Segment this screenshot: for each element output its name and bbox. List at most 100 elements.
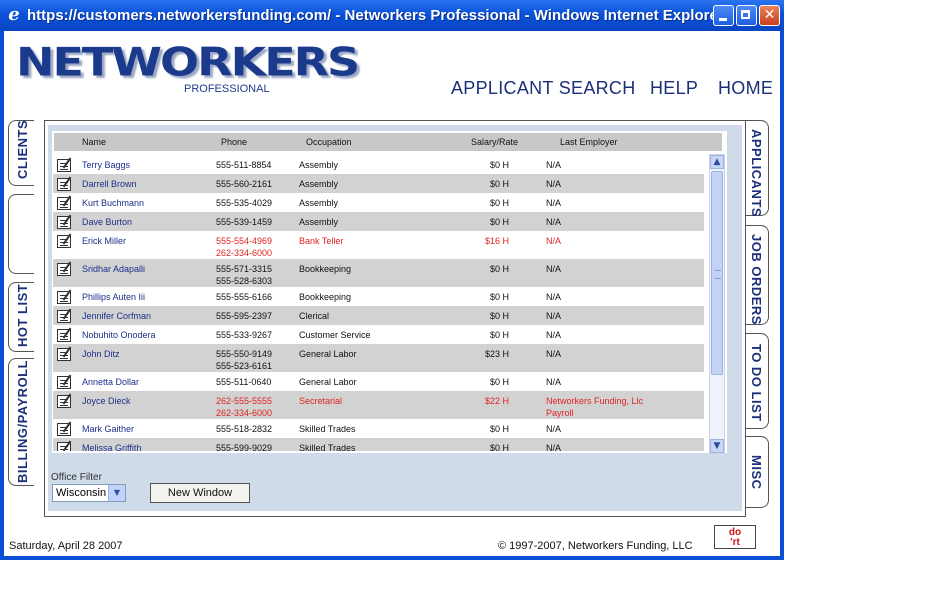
- edit-record-icon[interactable]: [57, 216, 71, 229]
- scroll-up-arrow-icon[interactable]: ▲: [710, 155, 724, 169]
- table-row[interactable]: Melissa Griffith 555-599-9029 Skilled Trad…: [53, 438, 704, 451]
- applicant-name-link[interactable]: Jennifer Corfman: [82, 310, 151, 322]
- edit-record-icon[interactable]: [57, 310, 71, 323]
- scroll-thumb[interactable]: [711, 171, 723, 375]
- minimize-button[interactable]: [713, 5, 734, 26]
- applicant-name-link[interactable]: Kurt Buchmann: [82, 197, 144, 209]
- tab-job-orders[interactable]: JOB ORDERS: [744, 225, 769, 325]
- table-row[interactable]: Kurt Buchmann 555-535-4029 Assembly $0 H N/A: [53, 193, 704, 212]
- applicant-occupation: Assembly: [299, 217, 339, 227]
- tab-blank[interactable]: [8, 194, 34, 274]
- edit-record-icon[interactable]: [57, 395, 71, 408]
- edit-record-icon[interactable]: [57, 178, 71, 191]
- edit-record-icon[interactable]: [57, 423, 71, 436]
- table-row[interactable]: Sridhar Adapalli 555-571-3315 555-528-6303…: [53, 259, 704, 287]
- header-last-employer[interactable]: Last Employer: [560, 137, 618, 147]
- table-row[interactable]: Jennifer Corfman 555-595-2397 Clerical $0 H…: [53, 306, 704, 325]
- grip-icon: [715, 270, 721, 279]
- applicant-occupation: Assembly: [299, 160, 339, 170]
- table-row[interactable]: Terry Baggs 555-511-8854 Assembly $0 H N/A: [53, 155, 704, 174]
- nav-help[interactable]: HELP: [650, 78, 698, 99]
- table-row[interactable]: Nobuhito Onodera 555-533-9267 Customer Ser…: [53, 325, 704, 344]
- tab-billing-payroll[interactable]: BILLING/PAYROLL: [8, 358, 34, 486]
- tab-hot-list[interactable]: HOT LIST: [8, 282, 34, 352]
- table-row[interactable]: Annetta Dollar 555-511-0640 General Labor $…: [53, 372, 704, 391]
- applicant-phone-2: 262-334-6000: [216, 408, 273, 418]
- applicant-name-link[interactable]: Mark Gaither: [82, 423, 134, 435]
- applicant-name-link[interactable]: Phillips Auten Iii: [82, 291, 145, 303]
- applicant-phone: 555-555-6166: [216, 292, 273, 302]
- table-row[interactable]: Erick Miller 555-554-4969 262-334-6000 Bank…: [53, 231, 704, 259]
- applicant-phone: 555-535-4029: [216, 198, 273, 208]
- table-row[interactable]: Phillips Auten Iii 555-555-6166 Bookkeepin…: [53, 287, 704, 306]
- table-row[interactable]: Darrell Brown 555-560-2161 Assembly $0 H N/A: [53, 174, 704, 193]
- applicant-phone: 555-550-9149: [216, 349, 273, 359]
- maximize-button[interactable]: [736, 5, 757, 26]
- new-window-button[interactable]: New Window: [150, 483, 250, 503]
- applicant-phone: 555-511-8854: [216, 160, 272, 170]
- applicant-name-link[interactable]: John Ditz: [82, 348, 120, 360]
- table-row[interactable]: Joyce Dieck 262-555-5555 262-334-6000 Secre…: [53, 391, 704, 419]
- applicant-phone: 555-599-9029: [216, 443, 273, 451]
- applicant-salary: $0 H: [489, 377, 509, 387]
- applicant-name-link[interactable]: Erick Miller: [82, 235, 126, 247]
- office-filter-value: Wisconsin: [56, 487, 107, 499]
- edit-record-icon[interactable]: [57, 159, 71, 172]
- header-salary[interactable]: Salary/Rate: [471, 137, 518, 147]
- applicant-salary: $0 H: [489, 330, 509, 340]
- applicant-name-link[interactable]: Darrell Brown: [82, 178, 137, 190]
- table-row[interactable]: John Ditz 555-550-9149 555-523-6161 General…: [53, 344, 704, 372]
- edit-record-icon[interactable]: [57, 263, 71, 276]
- applicant-salary: $0 H: [489, 264, 509, 274]
- title-bar[interactable]: e https://customers.networkersfunding.co…: [0, 0, 784, 31]
- applicant-phone: 555-554-4969: [216, 236, 273, 246]
- applicant-last-employer: N/A: [546, 424, 562, 434]
- applicant-name-link[interactable]: Annetta Dollar: [82, 376, 139, 388]
- applicant-salary: $0 H: [489, 160, 509, 170]
- edit-record-icon[interactable]: [57, 442, 71, 451]
- table-row[interactable]: Mark Gaither 555-518-2832 Skilled Trades $0…: [53, 419, 704, 438]
- tab-misc[interactable]: MISC: [744, 436, 769, 508]
- header-name[interactable]: Name: [82, 137, 106, 147]
- applicant-name-link[interactable]: Melissa Griffith: [82, 442, 141, 451]
- edit-record-icon[interactable]: [57, 291, 71, 304]
- table-row[interactable]: Dave Burton 555-539-1459 Assembly $0 H N/A: [53, 212, 704, 231]
- applicant-name-link[interactable]: Terry Baggs: [82, 159, 130, 171]
- applicant-last-employer: N/A: [546, 198, 562, 208]
- tab-clients[interactable]: CLIENTS: [8, 120, 34, 186]
- applicant-salary: $16 H: [484, 236, 509, 246]
- window-title: https://customers.networkersfunding.com/…: [27, 7, 724, 24]
- applicant-name-link[interactable]: Nobuhito Onodera: [82, 329, 156, 341]
- applicant-name-link[interactable]: Dave Burton: [82, 216, 132, 228]
- header-occupation[interactable]: Occupation: [306, 137, 352, 147]
- list-scrollbar[interactable]: ▲ ▼: [709, 154, 725, 454]
- nav-applicant-search[interactable]: APPLICANT SEARCH: [451, 78, 636, 99]
- edit-record-icon[interactable]: [57, 348, 71, 361]
- applicant-name-link[interactable]: Sridhar Adapalli: [82, 263, 145, 275]
- applicant-occupation: Customer Service: [299, 330, 371, 340]
- applicant-last-employer: N/A: [546, 349, 562, 359]
- doit-button[interactable]: do 'rt: [714, 525, 756, 549]
- office-filter-select[interactable]: Wisconsin ▼: [52, 484, 126, 502]
- tab-applicants[interactable]: APPLICANTS: [744, 120, 769, 217]
- tab-to-do-list[interactable]: TO DO LIST: [744, 333, 769, 429]
- header-phone[interactable]: Phone: [221, 137, 247, 147]
- applicant-salary: $0 H: [489, 198, 509, 208]
- applicant-occupation: General Labor: [299, 349, 357, 359]
- applicant-last-employer: N/A: [546, 292, 562, 302]
- applicant-occupation: Assembly: [299, 179, 339, 189]
- close-button[interactable]: ✕: [759, 5, 780, 26]
- edit-record-icon[interactable]: [57, 329, 71, 342]
- edit-record-icon[interactable]: [57, 197, 71, 210]
- edit-record-icon[interactable]: [57, 235, 71, 248]
- edit-record-icon[interactable]: [57, 376, 71, 389]
- nav-home[interactable]: HOME: [718, 78, 773, 99]
- applicant-phone-2: 555-528-6303: [216, 276, 273, 286]
- chevron-down-icon[interactable]: ▼: [108, 485, 125, 501]
- applicant-last-employer: N/A: [546, 377, 562, 387]
- close-icon: ✕: [763, 7, 776, 23]
- scroll-down-arrow-icon[interactable]: ▼: [710, 439, 724, 453]
- minimize-icon: [714, 6, 733, 25]
- applicant-occupation: General Labor: [299, 377, 357, 387]
- applicant-name-link[interactable]: Joyce Dieck: [82, 395, 131, 407]
